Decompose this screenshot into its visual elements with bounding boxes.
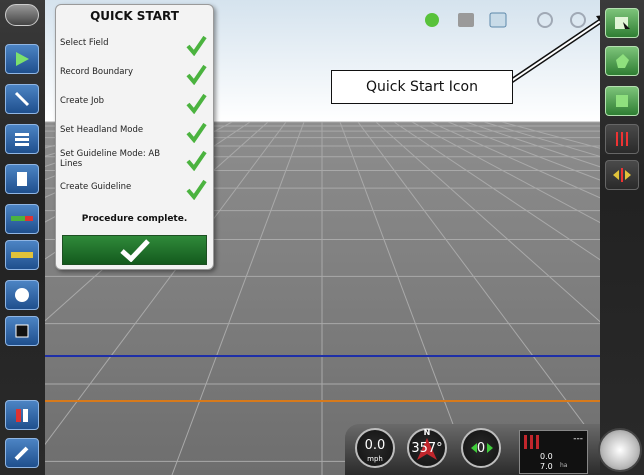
satellite-icon[interactable]	[5, 84, 39, 114]
speed-value: 0.0	[364, 438, 386, 453]
quick-start-icon[interactable]	[605, 8, 639, 38]
calculator-icon[interactable]	[5, 164, 39, 194]
step-record-boundary[interactable]: Record Boundary	[60, 63, 210, 89]
gps-status-icon[interactable]	[425, 13, 439, 27]
step-select-field[interactable]: Select Field	[60, 34, 210, 60]
step-create-guideline[interactable]: Create Guideline	[60, 178, 210, 204]
coverage-unit: ha	[560, 462, 568, 469]
right-toolbar	[600, 0, 644, 475]
step-label: Record Boundary	[60, 67, 134, 77]
nudge-icon[interactable]	[605, 160, 639, 190]
list-icon[interactable]	[5, 124, 39, 154]
coverage-panel: --- 0.0 7.0 ha	[519, 430, 588, 474]
check-icon	[186, 122, 207, 143]
step-create-job[interactable]: Create Job	[60, 92, 210, 118]
display-icon[interactable]	[5, 316, 39, 346]
step-label: Set Guideline Mode: AB Lines	[60, 149, 161, 169]
step-set-guideline-mode[interactable]: Set Guideline Mode: AB Lines	[60, 149, 210, 175]
quick-start-panel: QUICK START Select Field Record Boundary…	[55, 4, 214, 270]
coverage-value-2: 7.0	[540, 462, 553, 471]
left-toolbar	[0, 0, 45, 475]
logo-icon	[5, 4, 39, 26]
boundary-icon[interactable]	[605, 86, 639, 116]
step-label: Select Field	[60, 38, 109, 48]
guideline-mode-icon[interactable]	[605, 124, 639, 154]
quick-start-callout: Quick Start Icon	[331, 70, 513, 104]
step-set-headland-mode[interactable]: Set Headland Mode	[60, 121, 210, 147]
coverage-value-1: 0.0	[540, 452, 553, 461]
sections-icon[interactable]	[5, 240, 39, 270]
field-icon[interactable]	[605, 46, 639, 76]
heading-value: 357°	[411, 441, 443, 456]
tank-icon[interactable]	[5, 400, 39, 430]
guidance-screen: QUICK START Select Field Record Boundary…	[0, 0, 644, 475]
signal-bars-icon	[524, 435, 539, 449]
check-icon	[186, 64, 207, 85]
satellite-count: 0	[476, 441, 486, 456]
coverage-dashes: ---	[573, 434, 583, 444]
check-icon	[186, 179, 207, 200]
speed-unit: mph	[367, 455, 383, 463]
procedure-complete-text: Procedure complete.	[81, 214, 188, 224]
checkmark-icon	[119, 239, 150, 262]
hitch-icon[interactable]	[598, 428, 642, 472]
speed-gauge[interactable]: 0.0 mph	[355, 428, 395, 468]
step-label: Create Job	[60, 96, 105, 106]
step-label: Create Guideline	[60, 182, 132, 192]
check-icon	[186, 150, 207, 171]
check-icon	[186, 93, 207, 114]
map-view-icon[interactable]	[489, 12, 507, 28]
check-icon	[186, 35, 207, 56]
wrench-icon[interactable]	[5, 438, 39, 468]
perspective-view-icon[interactable]	[458, 13, 474, 27]
heading-gauge[interactable]: N 357°	[407, 428, 447, 468]
step-label: Set Headland Mode	[60, 125, 144, 135]
implement-icon[interactable]	[5, 204, 39, 234]
panel-title: QUICK START	[90, 9, 179, 23]
play-icon[interactable]	[5, 44, 39, 74]
vehicle-icon[interactable]	[5, 280, 39, 310]
satellite-gauge[interactable]: 0	[461, 428, 501, 468]
confirm-button[interactable]	[62, 235, 207, 265]
